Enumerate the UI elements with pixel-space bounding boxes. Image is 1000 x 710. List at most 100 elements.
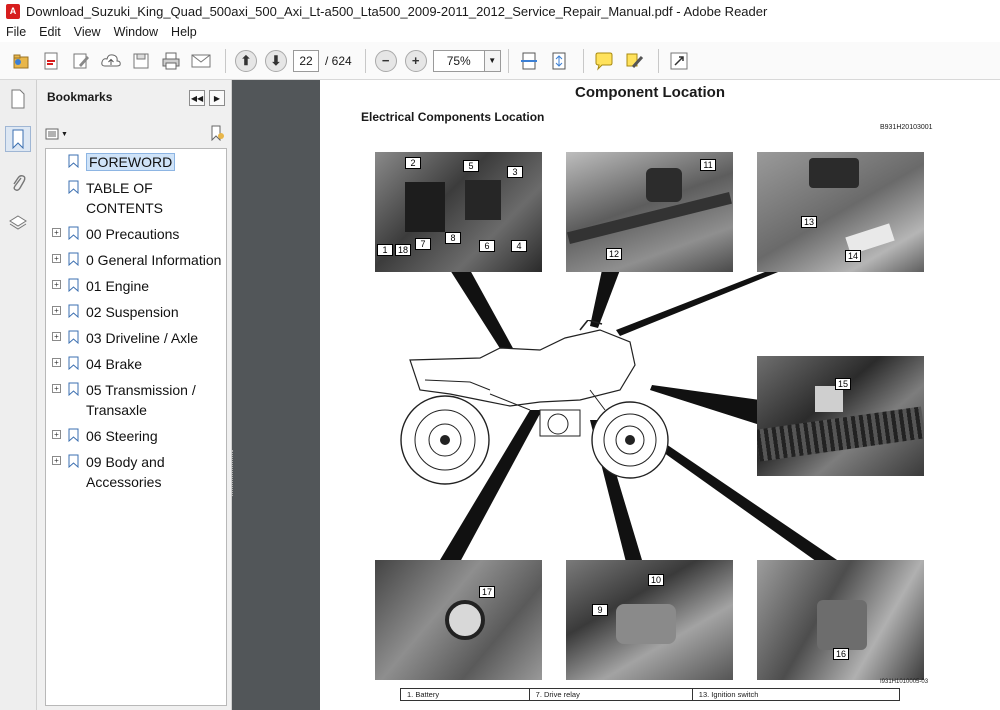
zoom-in-button[interactable]: +	[403, 48, 429, 74]
bookmark-icon	[68, 304, 79, 318]
page-number-input[interactable]: 22	[293, 49, 319, 72]
menu-file[interactable]: File	[6, 25, 26, 39]
email-button[interactable]	[188, 48, 214, 74]
bookmark-icon	[12, 129, 24, 149]
expand-toggle[interactable]: +	[52, 280, 61, 289]
callout-label: 7	[415, 238, 431, 250]
layers-icon	[9, 215, 27, 230]
open-file-button[interactable]	[8, 48, 34, 74]
cloud-upload-button[interactable]	[98, 48, 124, 74]
expand-toggle[interactable]: +	[52, 430, 61, 439]
add-bookmark-icon	[211, 125, 224, 141]
bookmark-label: 02 Suspension	[86, 304, 179, 320]
zoom-out-button[interactable]: −	[373, 48, 399, 74]
next-page-button[interactable]: ⬇	[263, 48, 289, 74]
expand-toggle[interactable]: +	[52, 306, 61, 315]
bookmark-item[interactable]: + 00 Precautions	[46, 221, 226, 247]
options-dropdown[interactable]: ▼	[45, 128, 68, 140]
bookmark-item[interactable]: FOREWORD	[46, 149, 226, 175]
panel-splitter[interactable]	[232, 80, 320, 710]
expand-toggle[interactable]: +	[52, 456, 61, 465]
print-button[interactable]	[158, 48, 184, 74]
menu-view[interactable]: View	[74, 25, 101, 39]
menu-window[interactable]: Window	[114, 25, 158, 39]
plus-icon: +	[404, 49, 427, 72]
arrow-up-icon: ⬆	[235, 49, 257, 72]
bookmark-item[interactable]: + 01 Engine	[46, 273, 226, 299]
table-cell: 13. Ignition switch	[691, 688, 901, 701]
comment-button[interactable]	[591, 48, 617, 74]
bookmarks-panel: Bookmarks ◀◀ ▶ ▼ FOREWORD TABLE OF CONTE…	[37, 80, 232, 710]
bookmark-item[interactable]: + 02 Suspension	[46, 299, 226, 325]
edit-icon	[73, 53, 89, 68]
bookmark-item[interactable]: TABLE OF CONTENTS	[46, 175, 226, 221]
bookmark-label: 05 Transmission / Transaxle	[86, 382, 196, 418]
bookmark-label: 04 Brake	[86, 356, 143, 372]
bookmark-label: 00 Precautions	[86, 226, 180, 242]
bookmark-item[interactable]: + 04 Brake	[46, 351, 226, 377]
photo-gear-sensor: 10 9	[566, 560, 733, 680]
expand-icon	[670, 52, 688, 69]
attachments-button[interactable]	[5, 170, 31, 196]
zoom-dropdown-button[interactable]: ▼	[484, 49, 501, 72]
fit-page-button[interactable]	[546, 48, 572, 74]
new-bookmark-button[interactable]	[209, 125, 225, 144]
bookmark-label: 09 Body and Accessories	[86, 454, 165, 490]
toolbar-separator	[582, 48, 584, 73]
callout-label: 12	[606, 248, 622, 260]
layers-button[interactable]	[5, 210, 31, 236]
table-cell: 7. Drive relay	[528, 688, 693, 701]
expand-toggle[interactable]: +	[52, 332, 61, 341]
bookmarks-panel-button[interactable]	[5, 126, 31, 152]
callout-label: 14	[845, 250, 861, 262]
toolbar-separator	[657, 48, 659, 73]
bookmark-icon	[68, 154, 79, 168]
bookmark-item[interactable]: + 05 Transmission / Transaxle	[46, 377, 226, 423]
battery-shape	[405, 182, 445, 232]
expand-toggle[interactable]: +	[52, 358, 61, 367]
page-total: / 624	[325, 53, 352, 68]
bookmark-label: TABLE OF CONTENTS	[86, 180, 163, 216]
save-button[interactable]	[128, 48, 154, 74]
callout-label: 6	[479, 240, 495, 252]
sign-button[interactable]	[621, 48, 647, 74]
photo-crankshaft-sensor: 17	[375, 560, 542, 680]
expand-toggle[interactable]: +	[52, 228, 61, 237]
bookmarks-header: Bookmarks	[47, 90, 113, 104]
page-thumbnails-button[interactable]	[5, 86, 31, 112]
menu-bar: File Edit View Window Help	[0, 22, 1000, 42]
resize-grip[interactable]	[232, 450, 235, 496]
paperclip-icon	[13, 175, 26, 191]
panel-expand-button[interactable]: ▶	[209, 90, 225, 106]
callout-label: 16	[833, 648, 849, 660]
create-pdf-button[interactable]	[38, 48, 64, 74]
fit-width-button[interactable]	[516, 48, 542, 74]
panel-collapse-button[interactable]: ◀◀	[189, 90, 205, 106]
chevron-down-icon: ▼	[61, 130, 68, 138]
right-arrow-icon: ▶	[213, 93, 221, 103]
zoom-level-input[interactable]: 75%	[432, 49, 485, 72]
bookmark-item[interactable]: + 03 Driveline / Axle	[46, 325, 226, 351]
bookmark-item[interactable]: + 0 General Information	[46, 247, 226, 273]
expand-toggle[interactable]: +	[52, 254, 61, 263]
menu-help[interactable]: Help	[171, 25, 197, 39]
bookmark-item[interactable]: + 09 Body and Accessories	[46, 449, 226, 495]
bookmark-icon	[68, 382, 79, 396]
callout-label: 4	[511, 240, 527, 252]
atv-illustration	[400, 320, 669, 485]
fullscreen-button[interactable]	[666, 48, 692, 74]
table-cell: 1. Battery	[400, 688, 530, 701]
previous-page-button[interactable]: ⬆	[233, 48, 259, 74]
callout-label: 5	[463, 160, 479, 172]
arrow-down-icon: ⬇	[265, 49, 287, 72]
bookmark-item[interactable]: + 06 Steering	[46, 423, 226, 449]
edit-button[interactable]	[68, 48, 94, 74]
menu-edit[interactable]: Edit	[39, 25, 61, 39]
bookmark-icon	[68, 180, 79, 194]
open-icon	[13, 54, 29, 68]
housing-shape	[616, 604, 676, 644]
hose-shape	[757, 406, 924, 462]
expand-toggle[interactable]: +	[52, 384, 61, 393]
window-titlebar: A Download_Suzuki_King_Quad_500axi_500_A…	[0, 0, 1000, 22]
callout-label: 10	[648, 574, 664, 586]
